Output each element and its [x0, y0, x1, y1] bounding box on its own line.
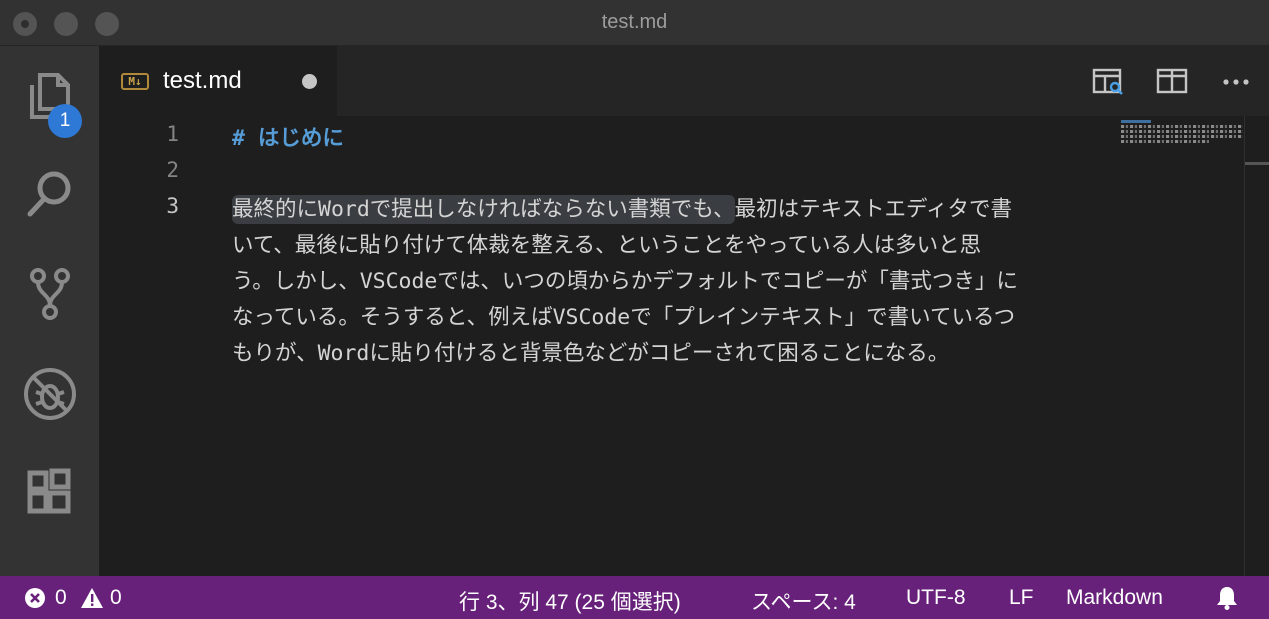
bell-icon[interactable] — [1214, 585, 1240, 617]
line-number: 3 — [166, 194, 179, 218]
text-line[interactable]: 最終的にWordで提出しなければならない書類でも、最初はテキストエディタで書 — [232, 192, 1012, 224]
end-of-line[interactable]: LF — [1009, 586, 1034, 610]
text-line[interactable]: う。しかし、VSCodeでは、いつの頃からかデフォルトでコピーが「書式つき」に — [232, 264, 1018, 295]
line-number: 1 — [166, 122, 179, 146]
markdown-icon: M↓ — [121, 73, 149, 90]
indentation[interactable]: スペース: 4 — [751, 586, 856, 616]
debug-disabled-icon — [22, 366, 78, 426]
selection: 最終的にWordで提出しなければならない書類でも、 — [232, 195, 735, 224]
tab-test-md[interactable]: M↓ test.md — [99, 46, 337, 116]
search-icon — [22, 166, 78, 226]
warning-count[interactable]: 0 — [110, 586, 122, 610]
language-mode[interactable]: Markdown — [1066, 586, 1163, 610]
title-bar: test.md — [0, 0, 1269, 46]
text-line[interactable]: もりが、Wordに貼り付けると背景色などがコピーされて困ることになる。 — [232, 336, 949, 367]
status-bar: 0 0 行 3、列 47 (25 個選択) スペース: 4 UTF-8 LF M… — [0, 576, 1269, 619]
activity-debug[interactable] — [0, 351, 99, 441]
text-line[interactable]: なっている。そうすると、例えばVSCodeで「プレインテキスト」で書いているつ — [232, 300, 1015, 331]
error-count[interactable]: 0 — [55, 586, 67, 610]
more-actions-icon[interactable] — [1219, 66, 1253, 96]
split-editor-icon[interactable] — [1155, 66, 1189, 96]
scrollbar-marker — [1245, 162, 1269, 165]
activity-explorer[interactable]: 1 — [0, 52, 99, 142]
heading-line[interactable]: # はじめに — [232, 121, 344, 152]
minimap[interactable] — [1121, 120, 1243, 146]
cursor-position[interactable]: 行 3、列 47 (25 個選択) — [459, 586, 681, 616]
text-line[interactable]: いて、最後に貼り付けて体裁を整える、ということをやっている人は多いと思 — [232, 228, 981, 259]
editor[interactable]: 1 2 3 # はじめに 最終的にWordで提出しなければならない書類でも、最初… — [99, 116, 1269, 576]
tab-label: test.md — [163, 67, 242, 94]
warning-icon[interactable] — [80, 587, 104, 615]
error-icon[interactable] — [24, 587, 46, 615]
encoding[interactable]: UTF-8 — [906, 586, 966, 610]
tab-bar: M↓ test.md — [99, 46, 1269, 116]
extensions-icon — [22, 465, 78, 525]
text-run: 最初はテキストエディタで書 — [734, 197, 1012, 222]
window-title: test.md — [601, 11, 668, 33]
activity-extensions[interactable] — [0, 450, 99, 540]
heading-marker: # — [232, 126, 245, 151]
open-preview-icon[interactable] — [1091, 66, 1125, 96]
activity-search[interactable] — [0, 151, 99, 241]
heading-text: はじめに — [257, 126, 344, 151]
activity-source-control[interactable] — [0, 251, 99, 341]
activity-bar: 1 — [0, 46, 99, 576]
vertical-scrollbar[interactable] — [1244, 116, 1245, 576]
unsaved-dot-icon[interactable] — [302, 74, 317, 89]
line-number: 2 — [166, 158, 179, 182]
explorer-badge: 1 — [48, 104, 82, 138]
source-control-icon — [22, 266, 78, 326]
